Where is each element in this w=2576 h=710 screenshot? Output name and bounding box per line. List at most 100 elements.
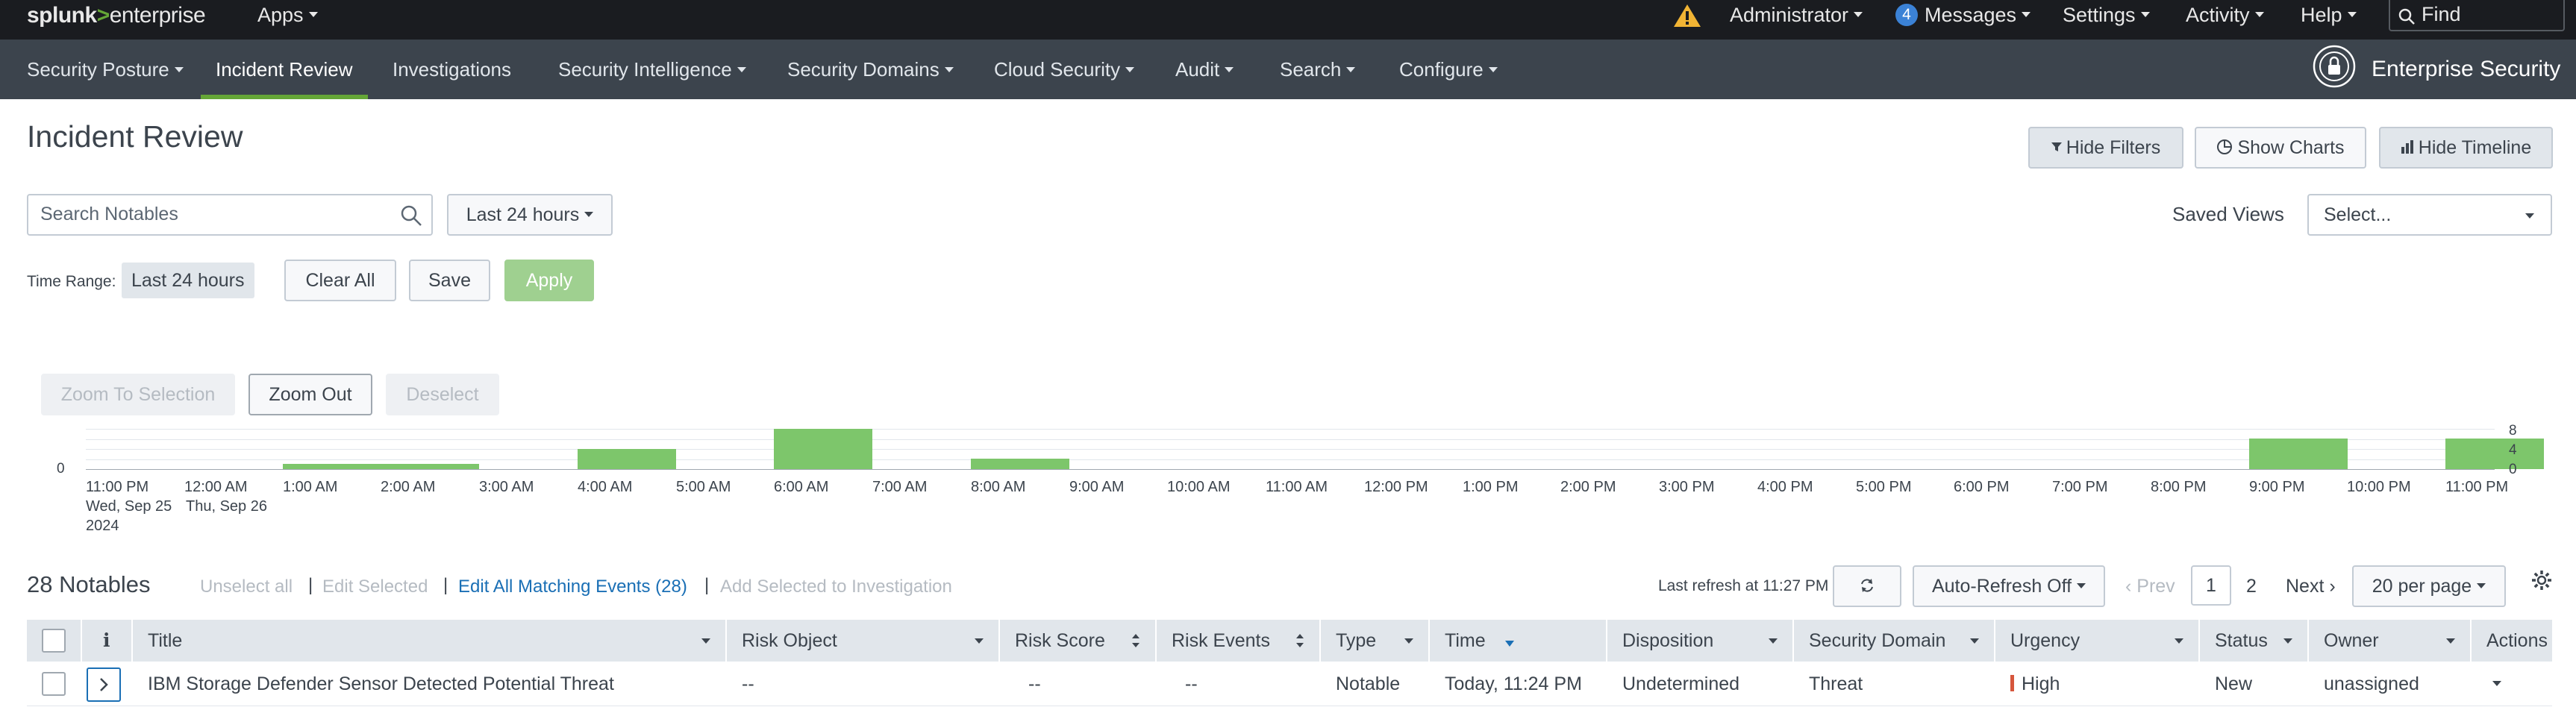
- nav-investigations[interactable]: Investigations: [393, 40, 511, 99]
- warning-icon[interactable]: [1673, 3, 1701, 28]
- saved-views-select[interactable]: Select...: [2307, 194, 2552, 236]
- row-owner: unassigned: [2324, 673, 2419, 694]
- apply-button[interactable]: Apply: [504, 260, 594, 301]
- header-label: Risk Object: [742, 630, 837, 651]
- time-range-filter-pill[interactable]: Last 24 hours: [122, 263, 254, 298]
- auto-refresh-label: Auto-Refresh Off: [1931, 576, 2072, 597]
- add-to-investigation-link[interactable]: Add Selected to Investigation: [720, 577, 952, 597]
- edit-all-matching-events-link[interactable]: Edit All Matching Events (28): [458, 577, 687, 597]
- apps-menu[interactable]: Apps: [257, 0, 318, 31]
- search-icon[interactable]: [400, 204, 422, 227]
- zoom-to-selection-button[interactable]: Zoom To Selection: [41, 374, 235, 415]
- urgency-indicator: [2010, 675, 2014, 692]
- nav-security-intelligence[interactable]: Security Intelligence: [558, 40, 746, 99]
- splunk-logo[interactable]: splunk>enterprise: [27, 3, 206, 28]
- timeline-bar[interactable]: [971, 459, 1069, 469]
- timeline-tick-label: 11:00 PM: [2445, 479, 2509, 495]
- zoom-out-button[interactable]: Zoom Out: [248, 374, 372, 415]
- clear-all-button[interactable]: Clear All: [284, 260, 396, 301]
- search-notables-box: [27, 194, 433, 236]
- timeline-tick-label: 12:00 AM: [184, 479, 248, 495]
- search-notables-input[interactable]: [40, 195, 384, 233]
- title-column-header[interactable]: Title: [133, 620, 727, 662]
- separator: |: [443, 575, 448, 595]
- next-page-button[interactable]: Next ›: [2286, 576, 2336, 597]
- timeline-tick-label: 5:00 AM: [676, 479, 731, 495]
- nav-label: Cloud Security: [994, 58, 1121, 81]
- select-all-header: [27, 620, 82, 662]
- chevron-left-icon: ‹: [2125, 576, 2137, 597]
- prev-page-button[interactable]: ‹ Prev: [2125, 576, 2175, 597]
- show-charts-button[interactable]: Show Charts: [2195, 127, 2366, 169]
- nav-audit[interactable]: Audit: [1175, 40, 1234, 99]
- page-1-button[interactable]: 1: [2191, 565, 2231, 606]
- unselect-all-link[interactable]: Unselect all: [200, 577, 293, 597]
- risk-score-column-header[interactable]: Risk Score: [1000, 620, 1157, 662]
- refresh-button[interactable]: [1833, 565, 1901, 607]
- timeline-bar[interactable]: [2445, 439, 2544, 469]
- next-label: Next: [2286, 576, 2325, 597]
- header-label: Title: [148, 630, 183, 651]
- row-title[interactable]: IBM Storage Defender Sensor Detected Pot…: [133, 662, 614, 706]
- nav-search[interactable]: Search: [1280, 40, 1356, 99]
- timeline-tick-label: 10:00 AM: [1167, 479, 1231, 495]
- edit-selected-link[interactable]: Edit Selected: [322, 577, 428, 597]
- timeline-chart[interactable]: [86, 429, 2544, 470]
- save-button[interactable]: Save: [409, 260, 490, 301]
- logo-splunk-text: splunk: [27, 3, 97, 28]
- timeline-tick-label: 1:00 AM: [283, 479, 338, 495]
- actions-column-header: Actions: [2486, 630, 2548, 651]
- timeline-tick-label: 7:00 AM: [872, 479, 928, 495]
- risk-object-column-header[interactable]: Risk Object: [727, 620, 1000, 662]
- status-column-header[interactable]: Status: [2200, 620, 2309, 662]
- page-2-button[interactable]: 2: [2246, 576, 2257, 597]
- saved-views-label: Saved Views: [2172, 203, 2284, 225]
- nav-incident-review[interactable]: Incident Review: [201, 40, 368, 99]
- show-charts-label: Show Charts: [2237, 137, 2345, 158]
- settings-menu[interactable]: Settings: [2063, 0, 2150, 31]
- last-refresh-text: Last refresh at 11:27 PM: [1658, 577, 1829, 594]
- settings-label: Settings: [2063, 4, 2136, 26]
- risk-events-column-header[interactable]: Risk Events: [1157, 620, 1321, 662]
- nav-security-domains[interactable]: Security Domains: [787, 40, 954, 99]
- row-type: Notable: [1336, 673, 1401, 694]
- auto-refresh-dropdown[interactable]: Auto-Refresh Off: [1913, 565, 2105, 607]
- disposition-column-header[interactable]: Disposition: [1607, 620, 1794, 662]
- row-actions-dropdown[interactable]: [2472, 662, 2501, 706]
- gear-icon[interactable]: [2531, 570, 2552, 591]
- header-label: Owner: [2324, 630, 2379, 651]
- expand-row-button[interactable]: [87, 667, 121, 702]
- timeline-bar[interactable]: [283, 464, 381, 469]
- nav-configure[interactable]: Configure: [1399, 40, 1498, 99]
- deselect-button[interactable]: Deselect: [386, 374, 499, 415]
- hide-timeline-button[interactable]: Hide Timeline: [2379, 127, 2553, 169]
- timeline-bar[interactable]: [2249, 439, 2348, 469]
- activity-menu[interactable]: Activity: [2186, 0, 2264, 31]
- find-input[interactable]: Find: [2389, 0, 2565, 31]
- timeline-tick-label: 1:00 PM: [1463, 479, 1519, 495]
- nav-cloud-security[interactable]: Cloud Security: [994, 40, 1135, 99]
- owner-column-header[interactable]: Owner: [2309, 620, 2472, 662]
- nav-security-posture[interactable]: Security Posture: [27, 40, 184, 99]
- help-menu[interactable]: Help: [2301, 0, 2357, 31]
- timeline-bar[interactable]: [578, 449, 676, 469]
- time-range-picker[interactable]: Last 24 hours: [447, 194, 613, 236]
- messages-menu[interactable]: 4 Messages: [1895, 0, 2031, 31]
- chevron-down-icon: [1970, 638, 1979, 644]
- pie-chart-icon: [2217, 139, 2233, 155]
- urgency-column-header[interactable]: Urgency: [1995, 620, 2200, 662]
- timeline-bar[interactable]: [774, 429, 872, 469]
- time-column-header[interactable]: Time: [1430, 620, 1607, 662]
- type-column-header[interactable]: Type: [1321, 620, 1430, 662]
- select-all-checkbox[interactable]: [42, 629, 66, 653]
- per-page-dropdown[interactable]: 20 per page: [2352, 565, 2506, 607]
- table-row[interactable]: IBM Storage Defender Sensor Detected Pot…: [27, 662, 2552, 706]
- hide-timeline-label: Hide Timeline: [2418, 137, 2532, 158]
- security-domain-column-header[interactable]: Security Domain: [1794, 620, 1995, 662]
- timeline-bar[interactable]: [381, 464, 479, 469]
- timeline-tick-label: 2:00 AM: [381, 479, 436, 495]
- user-menu[interactable]: Administrator: [1730, 0, 1863, 31]
- hide-filters-button[interactable]: Hide Filters: [2028, 127, 2183, 169]
- timeline-tick-label: 2:00 PM: [1560, 479, 1616, 495]
- row-select-checkbox[interactable]: [42, 672, 66, 696]
